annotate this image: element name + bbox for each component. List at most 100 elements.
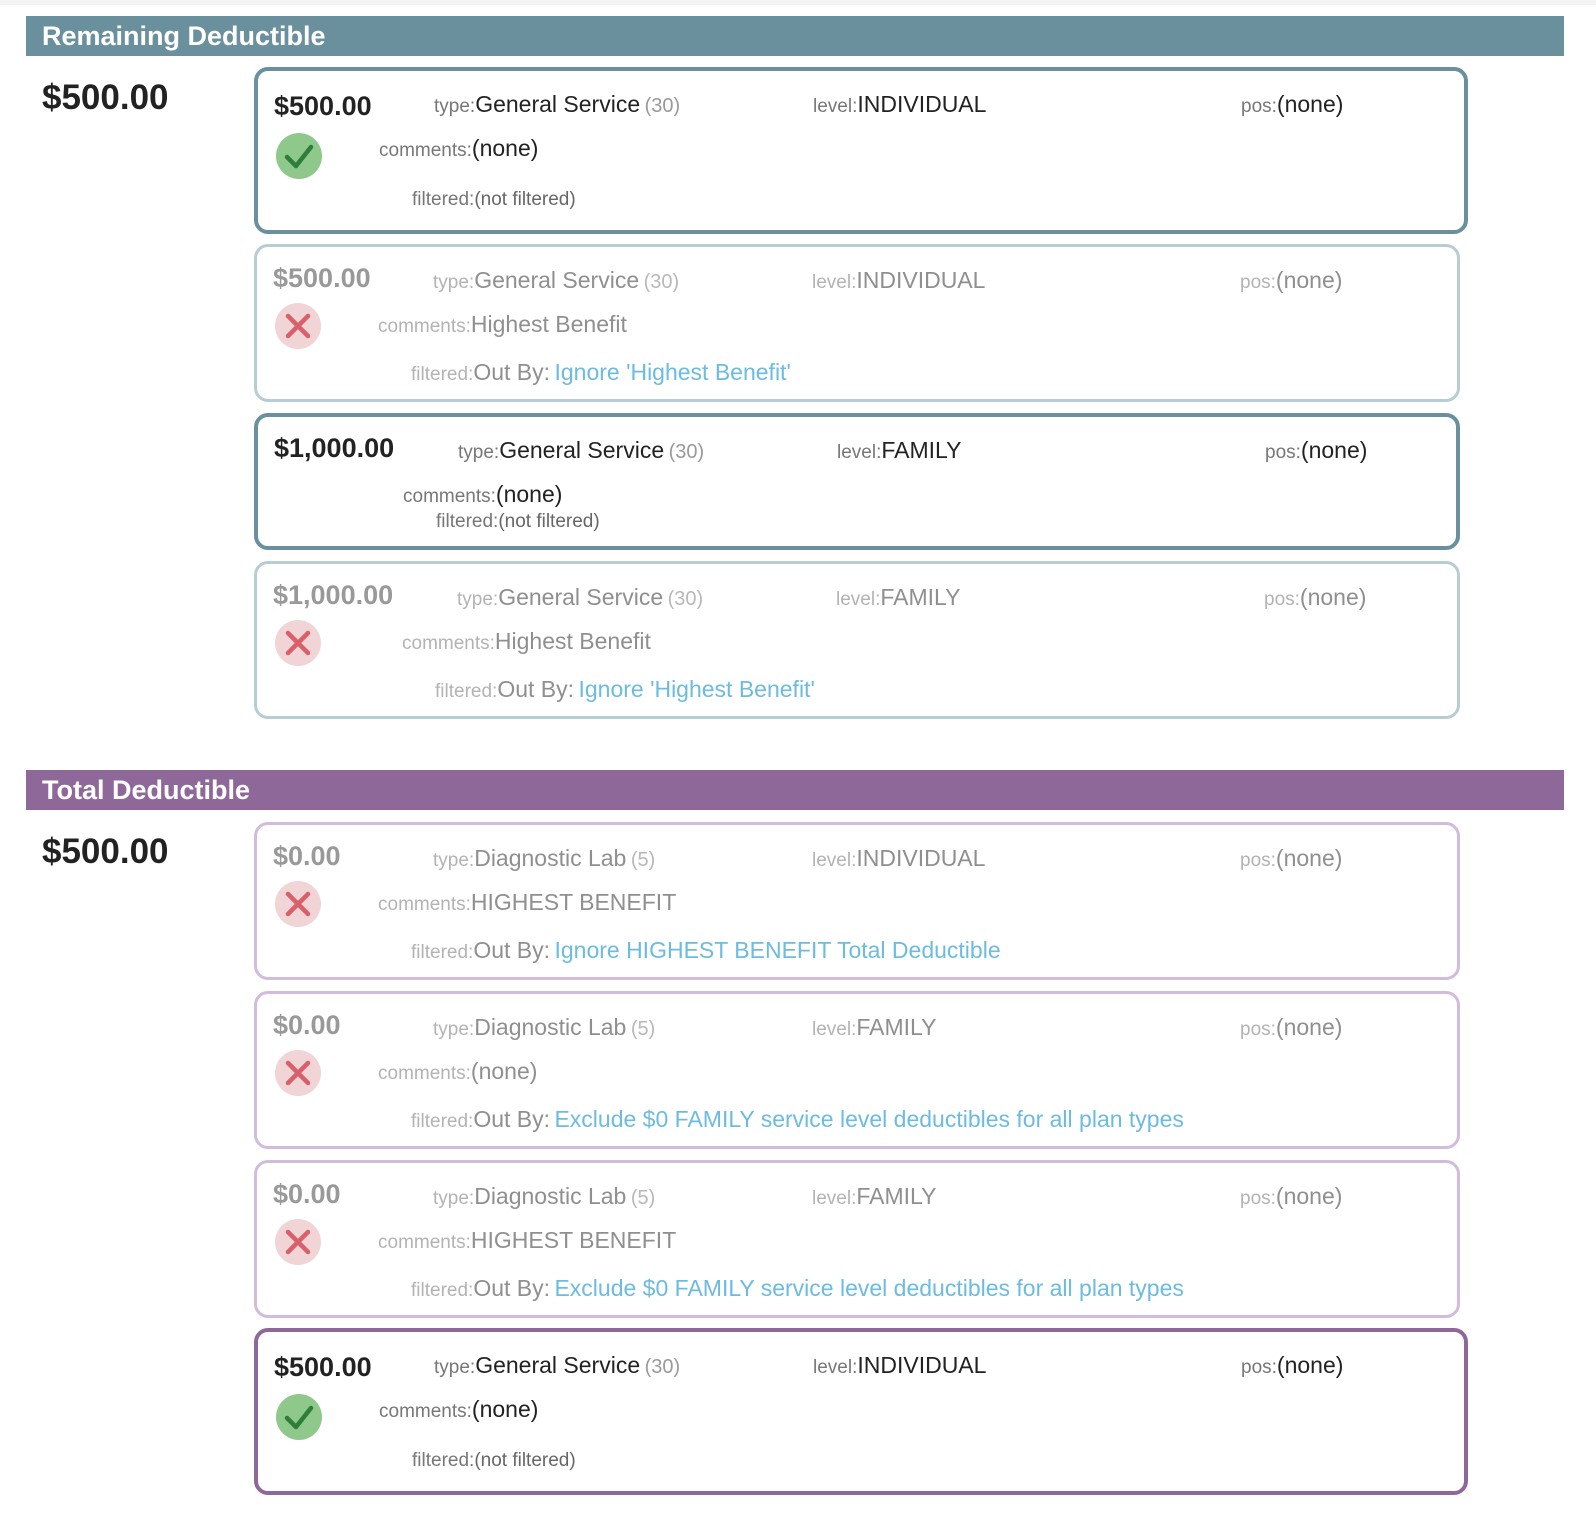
- comments-label: comments:: [378, 1063, 471, 1084]
- type-code: (30): [644, 95, 681, 117]
- comments-value: (none): [470, 1058, 538, 1084]
- filtered-field: filtered:(not filtered): [412, 189, 576, 211]
- filtered-field: filtered:Out By: Exclude $0 FAMILY servi…: [411, 1106, 1184, 1133]
- pos-value: (none): [1276, 91, 1344, 117]
- level-field: level:FAMILY: [812, 1183, 936, 1210]
- level-value: INDIVIDUAL: [856, 845, 986, 871]
- pos-label: pos:: [1264, 589, 1300, 610]
- level-field: level:INDIVIDUAL: [812, 267, 985, 294]
- deductible-card[interactable]: $0.00 type:Diagnostic Lab (5) level:INDIVI…: [254, 822, 1460, 980]
- card-amount: $500.00: [274, 1352, 372, 1382]
- level-value: INDIVIDUAL: [857, 1352, 987, 1378]
- pos-value: (none): [1276, 1352, 1344, 1378]
- total-deductible-amount: $500.00: [42, 832, 169, 871]
- card-amount: $500.00: [273, 263, 371, 293]
- type-field: type:Diagnostic Lab (5): [433, 845, 655, 872]
- level-field: level:FAMILY: [836, 584, 960, 611]
- card-amount: $0.00: [273, 1010, 341, 1040]
- level-label: level:: [812, 272, 857, 293]
- level-value: FAMILY: [880, 584, 961, 610]
- filtered-label: filtered:: [411, 364, 474, 385]
- pos-label: pos:: [1240, 850, 1276, 871]
- filtered-label: filtered:: [435, 681, 498, 702]
- type-code: (5): [630, 849, 656, 871]
- deductible-card[interactable]: $1,000.00 type:General Service (30) level:…: [254, 561, 1460, 719]
- comments-label: comments:: [403, 486, 496, 507]
- type-field: type:Diagnostic Lab (5): [433, 1183, 655, 1210]
- type-code: (5): [630, 1187, 656, 1209]
- filtered-field: filtered:Out By: Ignore HIGHEST BENEFIT …: [411, 937, 1001, 964]
- filter-rule-link[interactable]: Ignore HIGHEST BENEFIT Total Deductible: [554, 937, 1000, 963]
- filtered-label: filtered:: [412, 189, 475, 210]
- filter-rule-link[interactable]: Ignore 'Highest Benefit': [554, 359, 790, 385]
- comments-field: comments:(none): [379, 135, 538, 162]
- deductible-card[interactable]: $1,000.00 type:General Service (30) level:…: [254, 413, 1460, 550]
- deductible-card[interactable]: $0.00 type:Diagnostic Lab (5) level:FAMILY…: [254, 991, 1460, 1149]
- type-value: General Service: [474, 267, 640, 293]
- pos-value: (none): [1299, 584, 1367, 610]
- card-amount: $500.00: [274, 91, 372, 121]
- level-label: level:: [813, 96, 858, 117]
- section-header-total-deductible: Total Deductible: [26, 770, 1564, 810]
- pos-label: pos:: [1240, 1188, 1276, 1209]
- deductible-card[interactable]: $0.00 type:Diagnostic Lab (5) level:FAMILY…: [254, 1160, 1460, 1318]
- comments-value: (none): [471, 1396, 539, 1422]
- type-label: type:: [434, 1357, 476, 1378]
- level-value: FAMILY: [856, 1014, 937, 1040]
- filtered-value: (not filtered): [498, 511, 600, 532]
- deductible-card[interactable]: $500.00 type:General Service (30) level:IN…: [254, 244, 1460, 402]
- comments-field: comments:HIGHEST BENEFIT: [378, 889, 676, 916]
- level-label: level:: [837, 442, 882, 463]
- type-field: type:General Service (30): [458, 437, 704, 464]
- filter-rule-link[interactable]: Exclude $0 FAMILY service level deductib…: [554, 1275, 1183, 1301]
- deductible-card[interactable]: $500.00 type:General Service (30) level:IN…: [254, 1328, 1468, 1495]
- deductible-card[interactable]: $500.00 type:General Service (30) level:IN…: [254, 67, 1468, 234]
- type-value: General Service: [475, 1352, 641, 1378]
- type-field: type:Diagnostic Lab (5): [433, 1014, 655, 1041]
- pos-value: (none): [1275, 267, 1343, 293]
- comments-field: comments:(none): [378, 1058, 537, 1085]
- pos-field: pos:(none): [1265, 437, 1367, 464]
- comments-value: HIGHEST BENEFIT: [470, 1227, 677, 1253]
- filtered-label: filtered:: [411, 942, 474, 963]
- check-icon: [276, 133, 322, 179]
- level-label: level:: [812, 1188, 857, 1209]
- type-field: type:General Service (30): [434, 1352, 680, 1379]
- comments-label: comments:: [379, 1401, 472, 1422]
- pos-field: pos:(none): [1240, 267, 1342, 294]
- type-code: (30): [644, 1356, 681, 1378]
- type-value: General Service: [498, 584, 664, 610]
- pos-value: (none): [1300, 437, 1368, 463]
- level-value: FAMILY: [881, 437, 962, 463]
- type-label: type:: [458, 442, 500, 463]
- filtered-label: filtered:: [411, 1280, 474, 1301]
- type-label: type:: [433, 1019, 475, 1040]
- comments-label: comments:: [402, 633, 495, 654]
- x-icon: [275, 1219, 321, 1265]
- level-label: level:: [812, 1019, 857, 1040]
- out-by-label: Out By:: [473, 1275, 551, 1301]
- type-code: (30): [643, 271, 680, 293]
- filter-rule-link[interactable]: Ignore 'Highest Benefit': [578, 676, 814, 702]
- filter-rule-link[interactable]: Exclude $0 FAMILY service level deductib…: [554, 1106, 1183, 1132]
- comments-value: Highest Benefit: [470, 311, 627, 337]
- pos-field: pos:(none): [1240, 1183, 1342, 1210]
- remaining-deductible-amount: $500.00: [42, 78, 169, 117]
- out-by-label: Out By:: [497, 676, 575, 702]
- pos-label: pos:: [1240, 1019, 1276, 1040]
- card-amount: $1,000.00: [273, 580, 394, 610]
- pos-field: pos:(none): [1241, 91, 1343, 118]
- type-field: type:General Service (30): [434, 91, 680, 118]
- filtered-field: filtered:Out By: Ignore 'Highest Benefit…: [435, 676, 815, 703]
- section-header-remaining-deductible: Remaining Deductible: [26, 16, 1564, 56]
- filtered-field: filtered:(not filtered): [412, 1450, 576, 1472]
- comments-value: (none): [495, 481, 563, 507]
- card-amount: $0.00: [273, 841, 341, 871]
- filtered-value: (not filtered): [474, 1450, 576, 1471]
- level-field: level:INDIVIDUAL: [812, 845, 985, 872]
- top-divider: [0, 0, 1596, 5]
- level-value: INDIVIDUAL: [856, 267, 986, 293]
- level-field: level:FAMILY: [837, 437, 961, 464]
- pos-field: pos:(none): [1240, 1014, 1342, 1041]
- comments-field: comments:HIGHEST BENEFIT: [378, 1227, 676, 1254]
